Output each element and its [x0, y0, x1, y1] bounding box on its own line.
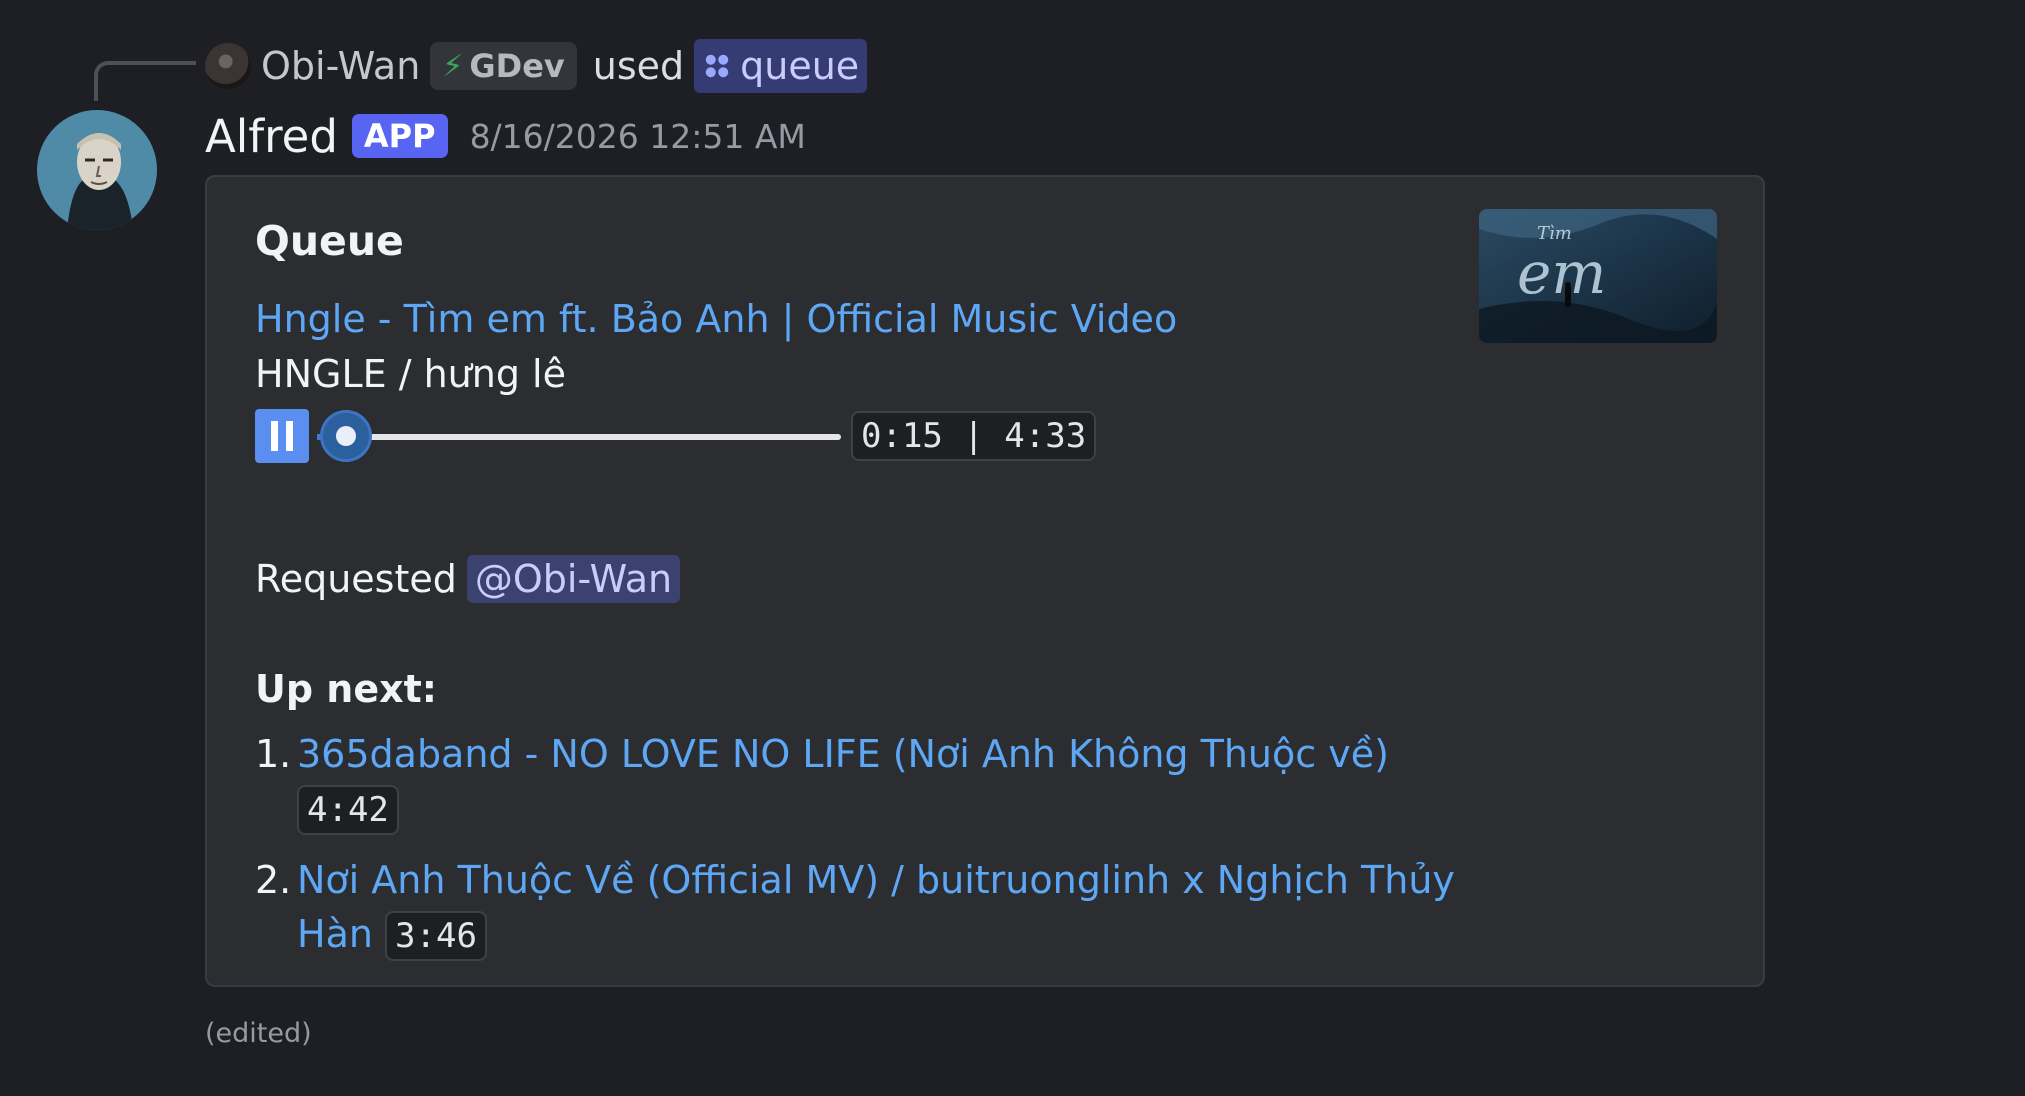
queue-item: 1. 365daband - NO LOVE NO LIFE (Nơi Anh …	[255, 727, 1455, 837]
queue-item-number: 1.	[255, 732, 292, 776]
queue-item: 2. Nơi Anh Thuộc Về (Official MV) / buit…	[255, 853, 1455, 963]
author-avatar[interactable]	[37, 110, 157, 230]
queue-item-duration: 4:42	[297, 785, 399, 835]
replied-user-avatar[interactable]	[205, 43, 251, 89]
playback-time: 0:15 | 4:33	[851, 411, 1097, 461]
requester-mention[interactable]: @Obi-Wan	[466, 555, 681, 603]
slash-command-label: queue	[740, 44, 860, 88]
pause-icon	[255, 409, 309, 463]
queue-list: 1. 365daband - NO LOVE NO LIFE (Nơi Anh …	[255, 727, 1455, 979]
bolt-icon: ⚡	[442, 48, 464, 84]
reply-context: Obi-Wan ⚡ GDev used queue	[205, 38, 868, 94]
requested-line: Requested @Obi-Wan	[255, 555, 681, 603]
message-header: Alfred APP 8/16/2026 12:51 AM	[205, 106, 806, 166]
requested-label: Requested	[255, 557, 457, 601]
now-playing-artist: HNGLE / hưng lê	[255, 352, 566, 396]
embed-title: Queue	[255, 217, 404, 265]
progress-knob	[320, 410, 372, 462]
queue-embed: em Tìm Queue Hngle - Tìm em ft. Bảo Anh …	[205, 175, 1765, 987]
app-command-icon	[705, 54, 729, 78]
progress-track	[347, 434, 841, 440]
queue-item-link[interactable]: 365daband - NO LOVE NO LIFE (Nơi Anh Khô…	[297, 732, 1389, 776]
guild-tag-label: GDev	[469, 47, 565, 85]
now-playing-link[interactable]: Hngle - Tìm em ft. Bảo Anh | Official Mu…	[255, 297, 1177, 341]
edited-indicator: (edited)	[205, 1018, 312, 1049]
author-avatar-image	[37, 110, 157, 230]
app-badge: APP	[351, 114, 448, 158]
replied-username[interactable]: Obi-Wan	[261, 44, 420, 88]
used-text: used	[592, 44, 685, 88]
author-name[interactable]: Alfred	[205, 110, 338, 163]
guild-tag[interactable]: ⚡ GDev	[430, 42, 577, 90]
slash-command[interactable]: queue	[694, 39, 868, 93]
queue-item-duration: 3:46	[385, 911, 487, 961]
message-timestamp[interactable]: 8/16/2026 12:51 AM	[470, 117, 806, 156]
player-progress-row: 0:15 | 4:33	[255, 409, 1097, 463]
up-next-heading: Up next:	[255, 667, 437, 711]
reply-connector	[94, 61, 196, 101]
queue-item-number: 2.	[255, 858, 292, 902]
progress-bar	[317, 409, 841, 463]
